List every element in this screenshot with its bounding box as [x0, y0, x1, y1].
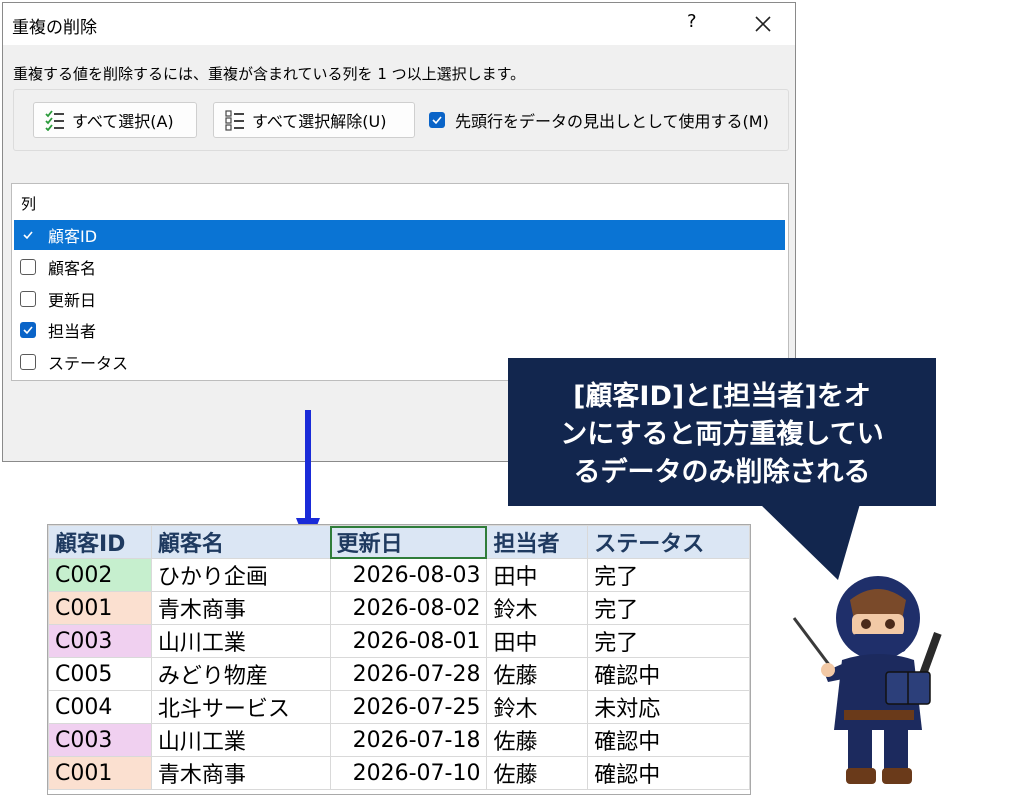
spreadsheet-table: 顧客ID 顧客名 更新日 担当者 ステータス C002 ひかり企画 2026-0…: [47, 524, 751, 795]
table-row: C003 山川工業 2026-07-18 佐藤 確認中: [48, 723, 750, 757]
cell-status[interactable]: 未対応: [587, 690, 750, 724]
callout-bubble: [顧客ID]と[担当者]をオ ンにすると両方重複してい るデータのみ削除される: [508, 358, 936, 506]
cell-customer-id[interactable]: C003: [48, 723, 152, 757]
cell-assignee[interactable]: 田中: [486, 624, 589, 658]
cell-status[interactable]: 完了: [587, 558, 750, 592]
column-item-label: 更新日: [48, 291, 97, 310]
cell-status[interactable]: 完了: [587, 591, 750, 625]
cell-assignee[interactable]: 鈴木: [486, 591, 589, 625]
column-item-updated-date[interactable]: 更新日: [14, 284, 785, 314]
cell-assignee[interactable]: 佐藤: [486, 657, 589, 691]
column-item-assignee[interactable]: 担当者: [14, 315, 785, 345]
table-header-row: 顧客ID 顧客名 更新日 担当者 ステータス: [48, 525, 750, 559]
table-row: C004 北斗サービス 2026-07-25 鈴木 未対応: [48, 690, 750, 724]
help-button[interactable]: ?: [687, 11, 697, 32]
column-item-label: ステータス: [48, 354, 129, 373]
instruction-text: 重複する値を削除するには、重複が含まれている列を 1 つ以上選択します。: [13, 65, 526, 83]
cell-customer-name[interactable]: 山川工業: [150, 624, 331, 658]
cell-updated-date[interactable]: 2026-07-18: [329, 723, 488, 757]
cell-status[interactable]: 確認中: [587, 657, 750, 691]
ninja-mascot-illustration: [792, 576, 942, 784]
cell-updated-date[interactable]: 2026-08-01: [329, 624, 488, 658]
callout-line: [顧客ID]と[担当者]をオ: [573, 381, 871, 412]
table-row: C001 青木商事 2026-07-10 佐藤 確認中: [48, 756, 750, 790]
table-row: C001 青木商事 2026-08-02 鈴木 完了: [48, 591, 750, 625]
select-all-icon: [45, 110, 64, 131]
cell-customer-id[interactable]: C004: [48, 690, 152, 724]
cell-customer-name[interactable]: みどり物産: [150, 657, 331, 691]
cell-customer-name[interactable]: 青木商事: [150, 591, 331, 625]
checkbox-unchecked-icon: [20, 354, 36, 370]
column-item-label: 顧客名: [48, 259, 97, 278]
header-updated-date[interactable]: 更新日: [329, 525, 488, 559]
cell-customer-id[interactable]: C002: [48, 558, 152, 592]
cell-customer-name[interactable]: 山川工業: [150, 723, 331, 757]
cell-customer-name[interactable]: ひかり企画: [150, 558, 331, 592]
cell-updated-date[interactable]: 2026-07-25: [329, 690, 488, 724]
close-icon[interactable]: [748, 9, 778, 39]
cell-assignee[interactable]: 佐藤: [486, 756, 589, 790]
select-all-label: すべて選択(A): [72, 112, 174, 131]
header-row-checkbox-label: 先頭行をデータの見出しとして使用する(M): [455, 112, 769, 131]
cell-updated-date[interactable]: 2026-07-10: [329, 756, 488, 790]
cell-customer-id[interactable]: C003: [48, 624, 152, 658]
cell-customer-id[interactable]: C005: [48, 657, 152, 691]
column-item-label: 顧客ID: [48, 227, 98, 246]
cell-assignee[interactable]: 佐藤: [486, 723, 589, 757]
checkbox-checked-icon: [20, 227, 36, 243]
data-table: 顧客ID 顧客名 更新日 担当者 ステータス C002 ひかり企画 2026-0…: [48, 525, 750, 790]
callout-line: るデータのみ削除される: [573, 457, 871, 488]
deselect-all-icon: [225, 110, 244, 131]
checkbox-checked-icon: [20, 322, 36, 338]
checkbox-checked-icon: [429, 112, 445, 128]
cell-updated-date[interactable]: 2026-08-03: [329, 558, 488, 592]
cell-customer-name[interactable]: 青木商事: [150, 756, 331, 790]
header-row-checkbox[interactable]: 先頭行をデータの見出しとして使用する(M): [429, 108, 769, 132]
table-row: C005 みどり物産 2026-07-28 佐藤 確認中: [48, 657, 750, 691]
column-item-customer-id[interactable]: 顧客ID: [14, 220, 785, 250]
cell-status[interactable]: 確認中: [587, 723, 750, 757]
checkbox-unchecked-icon: [20, 259, 36, 275]
column-item-label: 担当者: [48, 322, 97, 341]
column-item-customer-name[interactable]: 顧客名: [14, 252, 785, 282]
cell-status[interactable]: 確認中: [587, 756, 750, 790]
column-list: 列 顧客ID 顧客名 更新日 担当者 ステータス: [11, 183, 789, 381]
cell-updated-date[interactable]: 2026-08-02: [329, 591, 488, 625]
callout-line: ンにすると両方重複してい: [560, 419, 884, 450]
cell-updated-date[interactable]: 2026-07-28: [329, 657, 488, 691]
checkbox-unchecked-icon: [20, 291, 36, 307]
cell-customer-id[interactable]: C001: [48, 591, 152, 625]
deselect-all-button[interactable]: すべて選択解除(U): [213, 102, 415, 138]
dialog-title: 重複の削除: [12, 18, 97, 38]
selection-controls: すべて選択(A) すべて選択解除(U) 先頭行をデータの見出しとして使用する(M…: [13, 89, 789, 151]
header-customer-name[interactable]: 顧客名: [150, 525, 331, 559]
select-all-button[interactable]: すべて選択(A): [33, 102, 197, 138]
deselect-all-label: すべて選択解除(U): [252, 112, 387, 131]
title-bar: 重複の削除 ?: [3, 3, 795, 45]
table-row: C003 山川工業 2026-08-01 田中 完了: [48, 624, 750, 658]
cell-assignee[interactable]: 田中: [486, 558, 589, 592]
header-status[interactable]: ステータス: [587, 525, 750, 559]
column-list-header: 列: [21, 195, 37, 213]
cell-customer-id[interactable]: C001: [48, 756, 152, 790]
cell-assignee[interactable]: 鈴木: [486, 690, 589, 724]
cell-status[interactable]: 完了: [587, 624, 750, 658]
table-row: C002 ひかり企画 2026-08-03 田中 完了: [48, 558, 750, 592]
header-assignee[interactable]: 担当者: [486, 525, 589, 559]
header-customer-id[interactable]: 顧客ID: [48, 525, 152, 559]
cell-customer-name[interactable]: 北斗サービス: [150, 690, 331, 724]
